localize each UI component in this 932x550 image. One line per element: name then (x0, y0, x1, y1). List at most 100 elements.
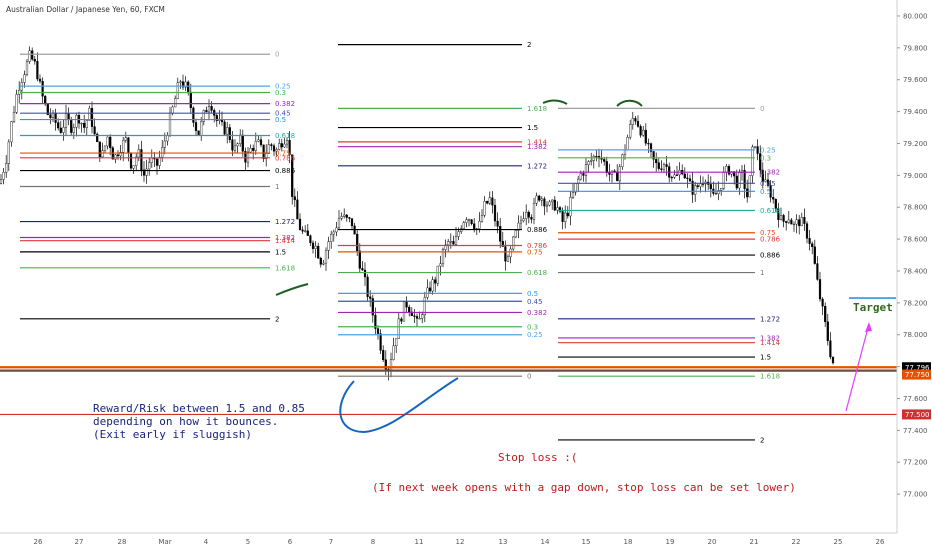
candle-body (314, 245, 317, 249)
fib-level-label: 1.5 (760, 354, 771, 362)
candle-body (582, 173, 585, 176)
candle-body (506, 256, 510, 262)
fib-level-label: 0.786 (275, 154, 296, 162)
y-tick-label: 79.600 (903, 76, 928, 84)
candle-body (179, 81, 182, 83)
x-tick-label: 8 (371, 538, 375, 546)
candle-body (210, 106, 213, 111)
candle-body (808, 238, 811, 244)
fib-level-label: 1.5 (527, 124, 538, 132)
fib-level-label: 1.272 (760, 315, 780, 323)
candle-body (631, 118, 634, 125)
candle-body (304, 230, 307, 232)
candle-body (44, 96, 47, 105)
chart-canvas[interactable]: 00.250.30.3820.450.50.6180.750.7860.8861… (0, 0, 932, 550)
candle-body (127, 137, 130, 154)
x-tick-label: 14 (541, 538, 550, 546)
candle-body (322, 262, 325, 265)
candle-body (259, 139, 263, 146)
candle-body (124, 137, 127, 141)
candle-body (579, 173, 582, 180)
candle-body (553, 199, 556, 211)
candle-body (233, 145, 237, 151)
x-tick-label: 15 (582, 538, 591, 546)
candle-body (496, 220, 499, 227)
candle-body (83, 122, 86, 128)
fib-level-label: 0.45 (527, 298, 543, 306)
candle-body (389, 359, 393, 372)
candle-body (805, 223, 809, 239)
candle-body (798, 219, 801, 227)
candle-body (298, 218, 302, 231)
fib-level-label: 0.886 (760, 252, 781, 260)
candle-body (556, 207, 559, 211)
rr-line-2: depending on how it bounces. (93, 415, 278, 428)
candle-body (584, 164, 588, 176)
candle-body (696, 185, 699, 187)
candle-body (33, 59, 36, 62)
candle-body (176, 82, 179, 99)
y-tick-label: 80.000 (903, 12, 928, 20)
candle-body (379, 333, 382, 351)
candle-body (449, 241, 452, 243)
y-tick-label: 78.400 (903, 267, 928, 275)
candle-body (392, 345, 395, 360)
candle-body (831, 356, 835, 364)
x-tick-label: 11 (415, 538, 424, 546)
fib-level-label: 0 (275, 51, 279, 59)
candle-body (194, 122, 198, 131)
fib-level-label: 0.382 (760, 169, 780, 177)
candle-body (660, 168, 663, 170)
candle-body (278, 143, 281, 150)
chart-title: Australian Dollar / Japanese Yen, 60, FX… (6, 5, 165, 14)
candle-body (270, 144, 273, 147)
y-tick-label: 79.400 (903, 108, 928, 116)
candle-body (688, 178, 692, 182)
candle-body (413, 315, 416, 317)
candle-body (564, 212, 567, 222)
candle-body (657, 162, 660, 169)
candle-body (800, 216, 803, 227)
x-tick-label: 12 (456, 538, 465, 546)
candle-body (405, 301, 408, 308)
candle-body (499, 226, 502, 242)
candle-body (465, 219, 468, 223)
candle-body (803, 216, 806, 224)
candle-body (311, 242, 315, 249)
candle-body (395, 338, 398, 347)
candle-body (376, 328, 380, 334)
candle-body (662, 164, 666, 170)
candle-body (623, 149, 627, 155)
fib-level-label: 1 (760, 269, 764, 277)
candle-body (772, 197, 775, 200)
candle-body (722, 172, 725, 189)
candle-body (787, 219, 790, 223)
candle-body (478, 221, 481, 229)
fib-level-label: 0.3 (275, 89, 286, 97)
fib-level-label: 0.3 (760, 154, 771, 162)
candle-body (23, 74, 26, 83)
candle-body (790, 219, 793, 225)
candle-body (818, 279, 822, 300)
candle-body (714, 193, 718, 195)
candle-body (166, 135, 169, 142)
candle-body (751, 146, 754, 176)
candle-body (608, 172, 611, 175)
candle-body (62, 127, 65, 133)
candle-body (197, 130, 200, 136)
candle-body (358, 250, 361, 269)
fib-level-label: 1.618 (760, 373, 780, 381)
candle-body (10, 121, 13, 143)
x-tick-label: Mar (158, 538, 171, 546)
candle-body (418, 318, 421, 320)
candle-body (226, 127, 229, 135)
candle-body (452, 241, 455, 245)
candle-body (590, 160, 593, 162)
candle-body (561, 211, 564, 222)
candle-body (826, 321, 829, 341)
candle-body (566, 212, 569, 217)
candle-body (621, 154, 624, 168)
candle-body (415, 316, 419, 319)
candle-body (155, 158, 159, 166)
rr-line-1: Reward/Risk between 1.5 and 0.85 (93, 402, 305, 415)
